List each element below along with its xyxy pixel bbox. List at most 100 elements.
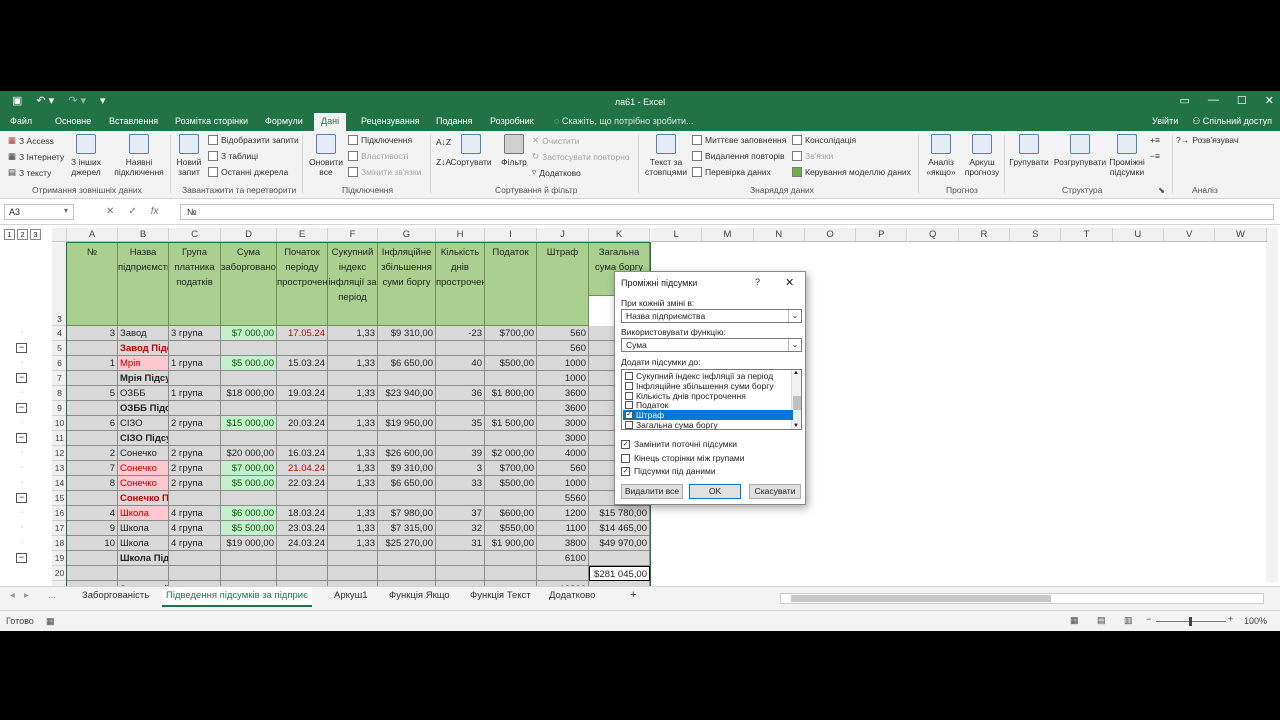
- column-header[interactable]: L: [651, 228, 703, 242]
- table-cell[interactable]: 3000: [537, 431, 589, 446]
- forecast-sheet-button[interactable]: Аркуш прогнозу: [962, 134, 1002, 177]
- table-cell[interactable]: 20.03.24: [277, 416, 328, 431]
- table-cell[interactable]: 1,33: [328, 326, 378, 341]
- table-cell[interactable]: [277, 401, 328, 416]
- remove-all-button[interactable]: Видалити все: [621, 484, 683, 499]
- add-sheet-icon[interactable]: +: [630, 589, 636, 601]
- select-all-corner[interactable]: [52, 228, 67, 242]
- existing-connections-button[interactable]: Наявні підключення: [112, 134, 166, 177]
- table-cell[interactable]: $7 315,00: [378, 521, 436, 536]
- table-cell[interactable]: 3: [67, 326, 118, 341]
- table-cell[interactable]: 560: [537, 461, 589, 476]
- row-header[interactable]: 10: [52, 416, 67, 431]
- table-cell[interactable]: 560: [537, 341, 589, 356]
- row-header[interactable]: 17: [52, 521, 67, 536]
- table-cell[interactable]: 10: [67, 536, 118, 551]
- column-header[interactable]: C: [169, 228, 221, 242]
- column-header[interactable]: D: [221, 228, 277, 242]
- from-table-button[interactable]: З таблиці: [208, 151, 258, 161]
- table-cell[interactable]: [485, 371, 537, 386]
- row-header[interactable]: 15: [52, 491, 67, 506]
- table-cell[interactable]: [436, 566, 485, 581]
- row-header[interactable]: 13: [52, 461, 67, 476]
- data-validation-button[interactable]: Перевірка даних: [692, 167, 771, 177]
- table-cell[interactable]: Мрія: [118, 356, 169, 371]
- row-header[interactable]: 5: [52, 341, 67, 356]
- table-cell[interactable]: $19 000,00: [221, 536, 277, 551]
- column-header[interactable]: I: [485, 228, 537, 242]
- table-cell[interactable]: 1,33: [328, 461, 378, 476]
- table-cell[interactable]: [221, 551, 277, 566]
- table-cell[interactable]: $5 500,00: [221, 521, 277, 536]
- table-cell[interactable]: [328, 491, 378, 506]
- row-header[interactable]: 6: [52, 356, 67, 371]
- manage-data-model-button[interactable]: Керування моделлю даних: [792, 167, 911, 177]
- table-cell[interactable]: [436, 341, 485, 356]
- table-cell[interactable]: $1 800,00: [485, 386, 537, 401]
- page-layout-view-icon[interactable]: ▤: [1097, 615, 1106, 626]
- table-cell[interactable]: $700,00: [485, 461, 537, 476]
- show-detail-icon[interactable]: +≡: [1150, 135, 1160, 145]
- sheet-tab-5[interactable]: Функція Текст: [470, 590, 531, 601]
- table-cell[interactable]: [328, 401, 378, 416]
- table-cell[interactable]: 3600: [537, 386, 589, 401]
- subtotal-column-item[interactable]: Інфляційне збільшення суми боргу: [623, 381, 793, 391]
- table-cell[interactable]: [436, 371, 485, 386]
- checkbox-icon[interactable]: [625, 421, 633, 429]
- vertical-scrollbar[interactable]: [1266, 227, 1278, 583]
- table-cell[interactable]: 18.03.24: [277, 506, 328, 521]
- table-cell[interactable]: 32: [436, 521, 485, 536]
- table-cell[interactable]: 4 група: [169, 536, 221, 551]
- macro-record-icon[interactable]: ▦: [46, 616, 55, 627]
- table-cell[interactable]: $2 000,00: [485, 446, 537, 461]
- enter-icon[interactable]: ✓: [128, 206, 136, 217]
- table-cell[interactable]: 3800: [537, 536, 589, 551]
- table-cell[interactable]: [277, 491, 328, 506]
- column-header[interactable]: A: [67, 228, 118, 242]
- tell-me-box[interactable]: ◌ Скажіть, що потрібно зробити...: [554, 116, 694, 126]
- table-cell[interactable]: 1000: [537, 476, 589, 491]
- table-cell[interactable]: [221, 431, 277, 446]
- clear-filter-button[interactable]: ✕ Очистити: [532, 135, 579, 146]
- table-cell[interactable]: [328, 431, 378, 446]
- table-cell[interactable]: СІЗО: [118, 416, 169, 431]
- outline-level-button[interactable]: 2: [17, 229, 28, 240]
- table-cell[interactable]: [277, 566, 328, 581]
- tab-scroll-right-icon[interactable]: ▸: [24, 590, 29, 601]
- table-cell[interactable]: $7 000,00: [221, 461, 277, 476]
- table-cell[interactable]: 4 група: [169, 521, 221, 536]
- table-cell[interactable]: 1 група: [169, 356, 221, 371]
- table-cell[interactable]: [277, 431, 328, 446]
- table-cell[interactable]: 3000: [537, 416, 589, 431]
- table-cell[interactable]: 15.03.24: [277, 356, 328, 371]
- table-cell[interactable]: [169, 551, 221, 566]
- table-cell[interactable]: 4000: [537, 446, 589, 461]
- column-header[interactable]: R: [958, 228, 1011, 242]
- row-header[interactable]: 12: [52, 446, 67, 461]
- row-header[interactable]: 14: [52, 476, 67, 491]
- row-header[interactable]: 4: [52, 326, 67, 341]
- table-cell[interactable]: 3600: [537, 401, 589, 416]
- table-cell[interactable]: $9 310,00: [378, 461, 436, 476]
- table-cell[interactable]: 7: [67, 461, 118, 476]
- row-header[interactable]: 11: [52, 431, 67, 446]
- scroll-up-icon[interactable]: ▲: [793, 370, 799, 376]
- ungroup-button[interactable]: Розгрупувати: [1052, 134, 1108, 167]
- table-cell[interactable]: Завод: [118, 326, 169, 341]
- subtotal-column-item[interactable]: Сукупний індекс інфляції за період: [623, 371, 793, 381]
- zoom-in-icon[interactable]: +: [1228, 614, 1233, 624]
- table-cell[interactable]: [328, 341, 378, 356]
- table-cell[interactable]: [67, 431, 118, 446]
- table-cell[interactable]: [537, 566, 589, 581]
- normal-view-icon[interactable]: ▦: [1070, 615, 1079, 626]
- name-box-dropdown-icon[interactable]: ▾: [64, 206, 68, 215]
- table-cell[interactable]: 1100: [537, 521, 589, 536]
- ok-button[interactable]: OK: [689, 484, 741, 499]
- checkbox-icon[interactable]: [625, 401, 633, 410]
- consolidate-button[interactable]: Консолідація: [792, 135, 856, 145]
- tab-review[interactable]: Рецензування: [361, 116, 420, 126]
- table-cell[interactable]: [67, 401, 118, 416]
- ribbon-display-icon[interactable]: ▭: [1180, 94, 1190, 107]
- table-cell[interactable]: [277, 341, 328, 356]
- table-cell[interactable]: 3 група: [169, 326, 221, 341]
